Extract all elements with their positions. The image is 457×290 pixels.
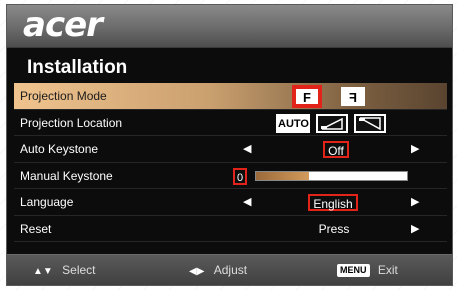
menu-footer: ▲▼ Select ◀▶ Adjust MENU Exit bbox=[7, 254, 452, 285]
arrow-left-icon[interactable]: ◀ bbox=[243, 136, 251, 163]
row-language[interactable]: Language ◀ English ▶ bbox=[14, 189, 447, 216]
arrow-right-icon[interactable]: ▶ bbox=[411, 136, 419, 163]
projector-osd-menu: acer Installation Projection Mode F F Pr… bbox=[6, 4, 453, 286]
row-projection-location[interactable]: Projection Location AUTO bbox=[14, 110, 447, 136]
row-label: Projection Mode bbox=[20, 89, 107, 103]
front-projection-icon[interactable]: F bbox=[292, 85, 322, 108]
manual-keystone-slider[interactable] bbox=[255, 170, 408, 181]
reset-value: Press bbox=[318, 221, 350, 236]
settings-list: Projection Mode F F Projection Location … bbox=[14, 83, 447, 242]
rear-projection-icon[interactable]: F bbox=[341, 87, 365, 106]
acer-logo: acer bbox=[23, 5, 103, 45]
up-down-arrows-icon: ▲▼ bbox=[33, 266, 53, 277]
row-label: Manual Keystone bbox=[20, 168, 113, 183]
desk-front-icon[interactable] bbox=[316, 113, 348, 133]
ceiling-front-icon[interactable] bbox=[354, 113, 386, 133]
row-label: Auto Keystone bbox=[20, 142, 99, 156]
row-label: Projection Location bbox=[20, 115, 123, 130]
language-value: English bbox=[308, 194, 358, 211]
desk-front-glyph bbox=[321, 117, 343, 130]
menu-key-icon: MENU bbox=[337, 264, 370, 278]
arrow-right-icon[interactable]: ▶ bbox=[411, 189, 419, 216]
adjust-hint: ◀▶ Adjust bbox=[189, 263, 248, 277]
left-right-arrows-icon: ◀▶ bbox=[189, 266, 205, 277]
exit-hint: MENU Exit bbox=[337, 255, 398, 285]
page-title: Installation bbox=[27, 57, 128, 78]
row-manual-keystone[interactable]: Manual Keystone 0 bbox=[14, 163, 447, 189]
auto-location-option[interactable]: AUTO bbox=[276, 113, 310, 133]
auto-keystone-value: Off bbox=[323, 141, 349, 158]
menu-header: acer bbox=[7, 5, 452, 48]
row-projection-mode[interactable]: Projection Mode F F bbox=[14, 83, 447, 110]
ceiling-front-glyph bbox=[359, 116, 381, 130]
row-auto-keystone[interactable]: Auto Keystone ◀ Off ▶ bbox=[14, 136, 447, 163]
arrow-left-icon[interactable]: ◀ bbox=[243, 189, 251, 216]
row-label: Reset bbox=[20, 221, 52, 236]
manual-keystone-value: 0 bbox=[233, 167, 247, 185]
arrow-right-icon[interactable]: ▶ bbox=[411, 216, 419, 243]
row-reset[interactable]: Reset Press ▶ bbox=[14, 216, 447, 243]
select-hint: ▲▼ Select bbox=[33, 263, 96, 277]
slider-fill bbox=[256, 171, 309, 180]
row-label: Language bbox=[20, 195, 74, 209]
